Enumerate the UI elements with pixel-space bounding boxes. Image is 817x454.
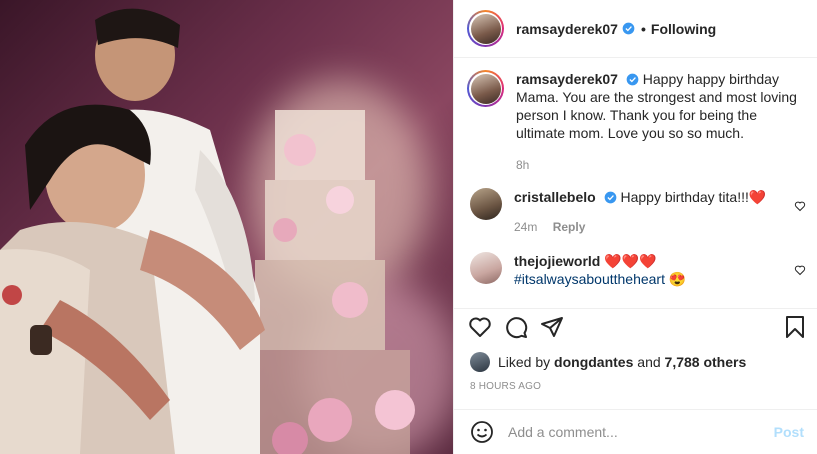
likes-joiner: and [637, 354, 661, 370]
comment-body: cristallebelo Happy birthday tita!!!❤️ 2… [514, 188, 774, 236]
author-avatar[interactable] [467, 10, 504, 47]
likes-prefix: Liked by [498, 354, 551, 370]
verified-badge-icon [604, 191, 616, 204]
comment-time[interactable]: 24m [514, 220, 537, 234]
caption-avatar[interactable] [467, 70, 504, 107]
comment-text: Happy birthday tita!!! [620, 189, 749, 205]
post-details-panel: ramsayderek07 • Following ramsayderek07 … [453, 0, 817, 454]
comment-body: thejojieworld ❤️❤️❤️ #itsalwaysabouttheh… [514, 252, 774, 288]
reply-button[interactable]: Reply [553, 220, 586, 234]
emoji-icon[interactable] [470, 420, 494, 444]
likes-others[interactable]: 7,788 others [665, 354, 747, 370]
post-timestamp[interactable]: 8 HOURS AGO [470, 381, 541, 392]
following-button[interactable]: Following [651, 21, 716, 37]
caption-body: ramsayderek07 Happy happy birthday Mama.… [516, 70, 806, 174]
share-icon[interactable] [540, 315, 564, 339]
like-comment-heart-icon[interactable] [794, 264, 806, 276]
verified-badge-icon [626, 73, 639, 86]
header-separator: • [640, 20, 646, 37]
comment-item: cristallebelo Happy birthday tita!!!❤️ 2… [470, 188, 806, 236]
heart-eyes-emoji: 😍 [668, 271, 687, 287]
commenter-avatar[interactable] [470, 188, 502, 220]
likes-summary: Liked by dongdantes and 7,788 others [470, 352, 746, 372]
author-username[interactable]: ramsayderek07 [516, 21, 618, 37]
photo-scene [0, 8, 415, 454]
caption: ramsayderek07 Happy happy birthday Mama.… [467, 70, 807, 174]
comment-icon[interactable] [504, 315, 528, 339]
action-icons [468, 315, 576, 339]
hashtag-link[interactable]: #itsalwaysabouttheheart [514, 271, 665, 287]
comment-input[interactable] [508, 424, 774, 440]
verified-badge-icon [622, 22, 635, 35]
post-button[interactable]: Post [774, 424, 804, 440]
post-photo[interactable] [0, 0, 453, 454]
heart-icon[interactable] [468, 315, 492, 339]
liker-avatar[interactable] [470, 352, 490, 372]
caption-username[interactable]: ramsayderek07 [516, 71, 618, 87]
hearts-emoji: ❤️❤️❤️ [604, 253, 657, 269]
liker-username[interactable]: dongdantes [554, 354, 633, 370]
comment-username[interactable]: cristallebelo [514, 189, 596, 205]
commenter-avatar[interactable] [470, 252, 502, 284]
post-header: ramsayderek07 • Following [454, 0, 817, 58]
bookmark-icon[interactable] [783, 315, 807, 339]
actions-divider [454, 308, 817, 310]
comment-meta: 24m Reply [514, 218, 774, 236]
instagram-post: ramsayderek07 • Following ramsayderek07 … [0, 0, 817, 454]
caption-time[interactable]: 8h [516, 156, 806, 174]
heart-emoji: ❤️ [748, 189, 767, 205]
comment-username[interactable]: thejojieworld [514, 253, 600, 269]
comment-item: thejojieworld ❤️❤️❤️ #itsalwaysabouttheh… [470, 252, 806, 288]
like-comment-heart-icon[interactable] [794, 200, 806, 212]
add-comment-bar: Post [454, 409, 817, 454]
